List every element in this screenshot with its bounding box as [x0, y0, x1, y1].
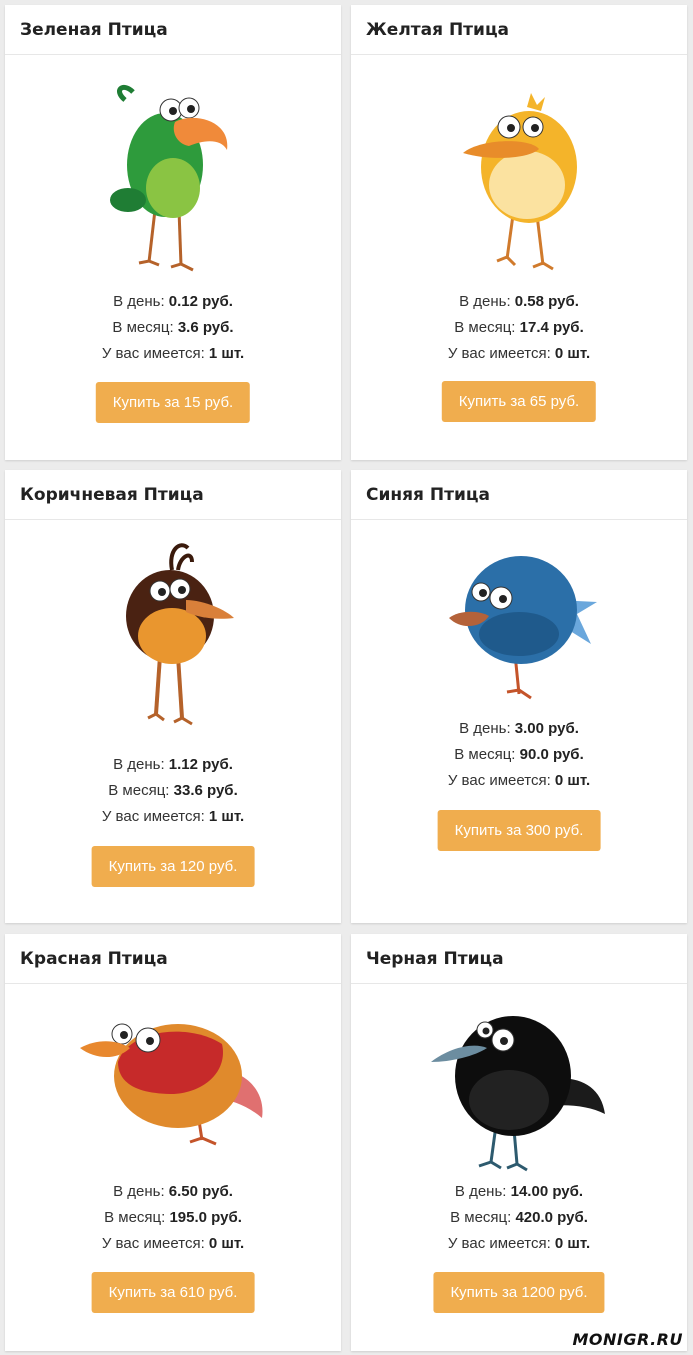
bird-card-red: Красная Птица В день: 6.50 руб. В месяц:…: [5, 934, 341, 1351]
per-month-value: 195.0 руб.: [169, 1209, 242, 1226]
brown-bird-image: [126, 543, 234, 726]
per-month-row: В месяц: 3.6 руб.: [112, 319, 234, 336]
per-month-value: 3.6 руб.: [177, 319, 234, 336]
bird-card-yellow: Желтая Птица В день: 0.58 руб. В месяц: …: [351, 5, 687, 460]
per-month-value: 420.0 руб.: [515, 1209, 588, 1226]
card-title: Желтая Птица: [351, 5, 687, 55]
black-bird-image: [431, 1016, 605, 1172]
per-day-row: В день: 3.00 руб.: [459, 720, 579, 737]
card-title: Зеленая Птица: [5, 5, 341, 55]
bird-stats: В день: 14.00 руб. В месяц: 420.0 руб. У…: [351, 1179, 687, 1257]
buy-button[interactable]: Купить за 65 руб.: [441, 381, 597, 422]
per-day-value: 0.12 руб.: [168, 293, 233, 310]
per-month-value: 90.0 руб.: [519, 746, 584, 763]
owned-value: 0 шт.: [554, 1235, 591, 1252]
per-day-value: 0.58 руб.: [514, 293, 579, 310]
per-month-row: В месяц: 90.0 руб.: [454, 746, 584, 763]
buy-button[interactable]: Купить за 120 руб.: [91, 846, 255, 887]
per-day-value: 1.12 руб.: [168, 756, 233, 773]
owned-row: У вас имеется: 0 шт.: [447, 345, 591, 362]
bird-stats: В день: 1.12 руб. В месяц: 33.6 руб. У в…: [5, 752, 341, 830]
owned-row: У вас имеется: 1 шт.: [101, 345, 245, 362]
buy-button[interactable]: Купить за 300 руб.: [437, 810, 601, 851]
bird-card-blue: Синяя Птица В день: 3.00 руб. В месяц: 9…: [351, 470, 687, 923]
owned-row: У вас имеется: 0 шт.: [101, 1235, 245, 1252]
per-month-value: 33.6 руб.: [173, 782, 238, 799]
owned-value: 1 шт.: [208, 808, 245, 825]
buy-button[interactable]: Купить за 610 руб.: [91, 1272, 255, 1313]
per-day-row: В день: 1.12 руб.: [113, 756, 233, 773]
owned-value: 1 шт.: [208, 345, 245, 362]
buy-button[interactable]: Купить за 15 руб.: [95, 382, 251, 423]
yellow-bird-image: [463, 93, 577, 271]
bird-card-green: Зеленая Птица В день: 0.12 руб. В месяц:…: [5, 5, 341, 460]
bird-card-brown: Коричневая Птица В день: 1.12 руб. В мес…: [5, 470, 341, 923]
card-title: Черная Птица: [351, 934, 687, 984]
bird-stats: В день: 3.00 руб. В месяц: 90.0 руб. У в…: [351, 716, 687, 794]
per-month-row: В месяц: 195.0 руб.: [104, 1209, 242, 1226]
per-month-row: В месяц: 420.0 руб.: [450, 1209, 588, 1226]
watermark: MONIGR.RU: [572, 1330, 683, 1349]
per-day-row: В день: 6.50 руб.: [113, 1183, 233, 1200]
card-title: Коричневая Птица: [5, 470, 341, 520]
per-day-value: 3.00 руб.: [514, 720, 579, 737]
buy-button[interactable]: Купить за 1200 руб.: [433, 1272, 605, 1313]
blue-bird-image: [449, 556, 597, 700]
card-title: Синяя Птица: [351, 470, 687, 520]
per-month-row: В месяц: 17.4 руб.: [454, 319, 584, 336]
per-month-value: 17.4 руб.: [519, 319, 584, 336]
owned-row: У вас имеется: 0 шт.: [447, 772, 591, 789]
card-title: Красная Птица: [5, 934, 341, 984]
bird-card-black: Черная Птица В день: 14.00 руб. В месяц:…: [351, 934, 687, 1351]
per-month-row: В месяц: 33.6 руб.: [108, 782, 238, 799]
owned-value: 0 шт.: [554, 772, 591, 789]
per-day-value: 14.00 руб.: [510, 1183, 584, 1200]
per-day-row: В день: 14.00 руб.: [454, 1183, 584, 1200]
owned-value: 0 шт.: [554, 345, 591, 362]
owned-row: У вас имеется: 0 шт.: [447, 1235, 591, 1252]
per-day-value: 6.50 руб.: [168, 1183, 233, 1200]
bird-stats: В день: 0.58 руб. В месяц: 17.4 руб. У в…: [351, 289, 687, 367]
owned-row: У вас имеется: 1 шт.: [101, 808, 245, 825]
red-bird-image: [80, 1023, 263, 1146]
bird-stats: В день: 0.12 руб. В месяц: 3.6 руб. У ва…: [5, 289, 341, 367]
owned-value: 0 шт.: [208, 1235, 245, 1252]
bird-stats: В день: 6.50 руб. В месяц: 195.0 руб. У …: [5, 1179, 341, 1257]
green-bird-image: [110, 85, 228, 272]
per-day-row: В день: 0.12 руб.: [113, 293, 233, 310]
per-day-row: В день: 0.58 руб.: [459, 293, 579, 310]
